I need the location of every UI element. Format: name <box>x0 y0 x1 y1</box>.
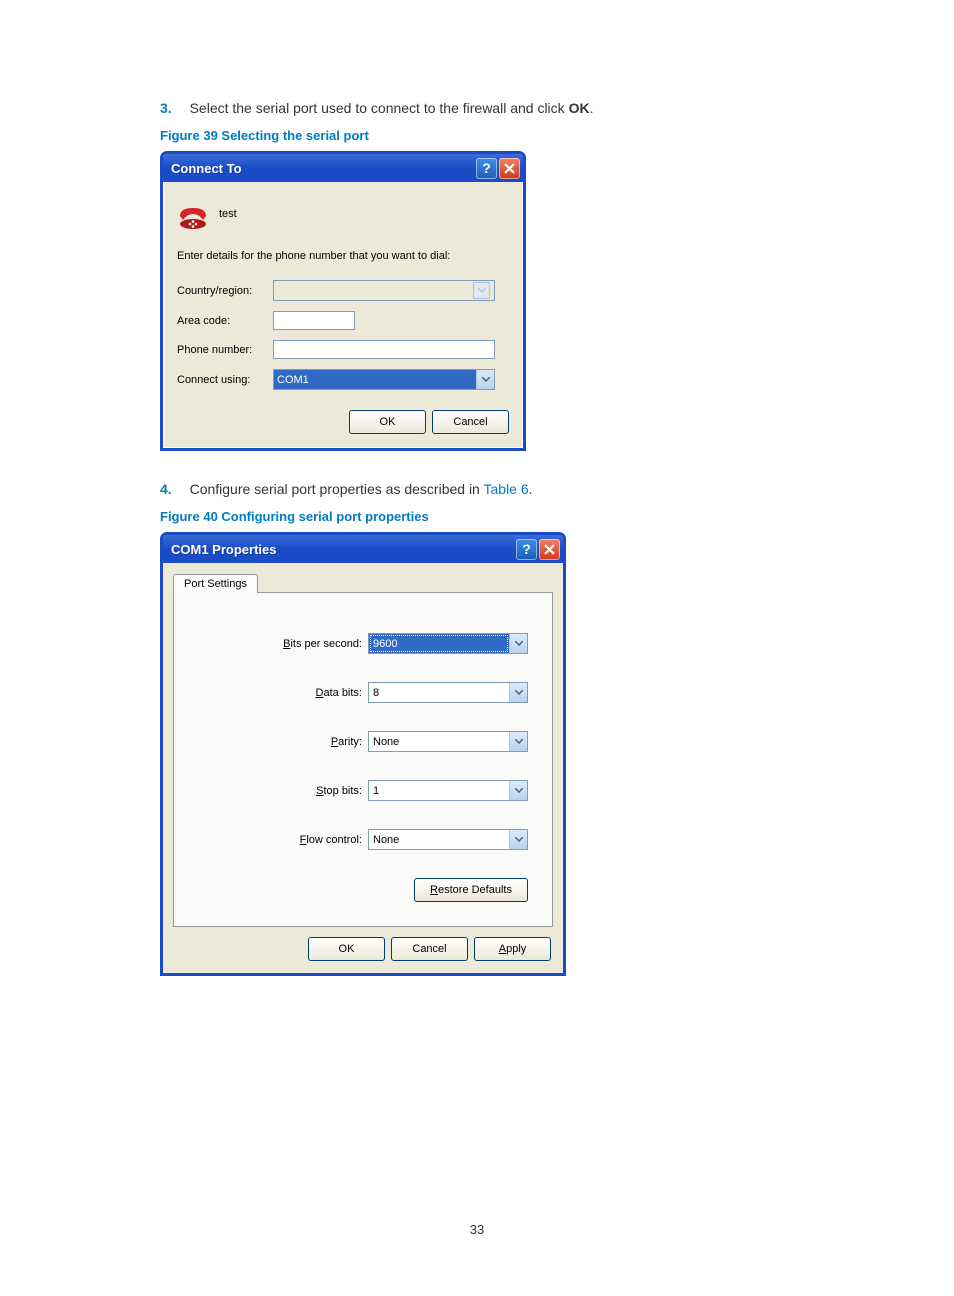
chevron-down-icon[interactable] <box>509 634 527 653</box>
chevron-down-icon[interactable] <box>509 781 527 800</box>
table-6-link[interactable]: Table 6 <box>483 481 528 497</box>
step-4-number: 4. <box>160 481 172 497</box>
step-4-text-1: Configure serial port properties as desc… <box>190 481 484 497</box>
stop-bits-label: Stop bits: <box>316 785 362 797</box>
chevron-down-icon <box>473 282 490 299</box>
bits-per-second-label: Bits per second: <box>283 638 362 650</box>
stop-bits-value: 1 <box>369 781 509 800</box>
figure-39-caption: Figure 39 Selecting the serial port <box>160 128 794 143</box>
cancel-button[interactable]: Cancel <box>432 410 509 434</box>
help-button[interactable]: ? <box>476 158 497 179</box>
areacode-label: Area code: <box>177 315 273 327</box>
connect-using-value: COM1 <box>274 370 476 389</box>
close-button[interactable] <box>499 158 520 179</box>
data-bits-label: Data bits: <box>316 687 362 699</box>
chevron-down-icon[interactable] <box>509 683 527 702</box>
stop-bits-select[interactable]: 1 <box>368 780 528 801</box>
apply-button[interactable]: Apply <box>474 937 551 961</box>
flow-control-value: None <box>369 830 509 849</box>
flow-control-label: Flow control: <box>300 834 362 846</box>
figure-40-caption: Figure 40 Configuring serial port proper… <box>160 509 794 524</box>
restore-defaults-button[interactable]: Restore Defaults <box>414 878 528 902</box>
step-3-number: 3. <box>160 100 172 116</box>
parity-select[interactable]: None <box>368 731 528 752</box>
chevron-down-icon[interactable] <box>509 732 527 751</box>
step-3-text-2: . <box>590 100 594 116</box>
flow-control-select[interactable]: None <box>368 829 528 850</box>
dialog1-instruction: Enter details for the phone number that … <box>177 250 509 262</box>
parity-value: None <box>369 732 509 751</box>
step-3-bold: OK <box>569 100 590 116</box>
ok-button[interactable]: OK <box>308 937 385 961</box>
areacode-input[interactable] <box>273 311 355 330</box>
bits-per-second-select[interactable]: 9600 <box>368 633 528 654</box>
connection-name: test <box>219 208 237 220</box>
phone-icon <box>177 198 209 230</box>
connect-using-label: Connect using: <box>177 374 273 386</box>
cancel-button[interactable]: Cancel <box>391 937 468 961</box>
chevron-down-icon[interactable] <box>476 370 494 389</box>
dialog2-title: COM1 Properties <box>171 542 514 557</box>
step-4-text-2: . <box>529 481 533 497</box>
dialog2-titlebar: COM1 Properties ? <box>163 535 563 563</box>
parity-label: Parity: <box>331 736 362 748</box>
dialog1-titlebar: Connect To ? <box>163 154 523 182</box>
step-3-text-1: Select the serial port used to connect t… <box>190 100 569 116</box>
com1-properties-dialog: COM1 Properties ? Port Settings Bits per… <box>160 532 566 976</box>
step-4: 4. Configure serial port properties as d… <box>160 481 794 497</box>
page-number: 33 <box>0 1222 954 1237</box>
tab-port-settings[interactable]: Port Settings <box>173 574 258 593</box>
connect-to-dialog: Connect To ? test Enter details for the … <box>160 151 526 451</box>
chevron-down-icon[interactable] <box>509 830 527 849</box>
close-button[interactable] <box>539 539 560 560</box>
bits-per-second-value: 9600 <box>369 634 509 653</box>
country-label: Country/region: <box>177 285 273 297</box>
country-select <box>273 280 495 301</box>
dialog1-title: Connect To <box>171 161 474 176</box>
phone-label: Phone number: <box>177 344 273 356</box>
ok-button[interactable]: OK <box>349 410 426 434</box>
help-button[interactable]: ? <box>516 539 537 560</box>
data-bits-value: 8 <box>369 683 509 702</box>
step-3: 3. Select the serial port used to connec… <box>160 100 794 116</box>
phone-input[interactable] <box>273 340 495 359</box>
data-bits-select[interactable]: 8 <box>368 682 528 703</box>
connect-using-select[interactable]: COM1 <box>273 369 495 390</box>
